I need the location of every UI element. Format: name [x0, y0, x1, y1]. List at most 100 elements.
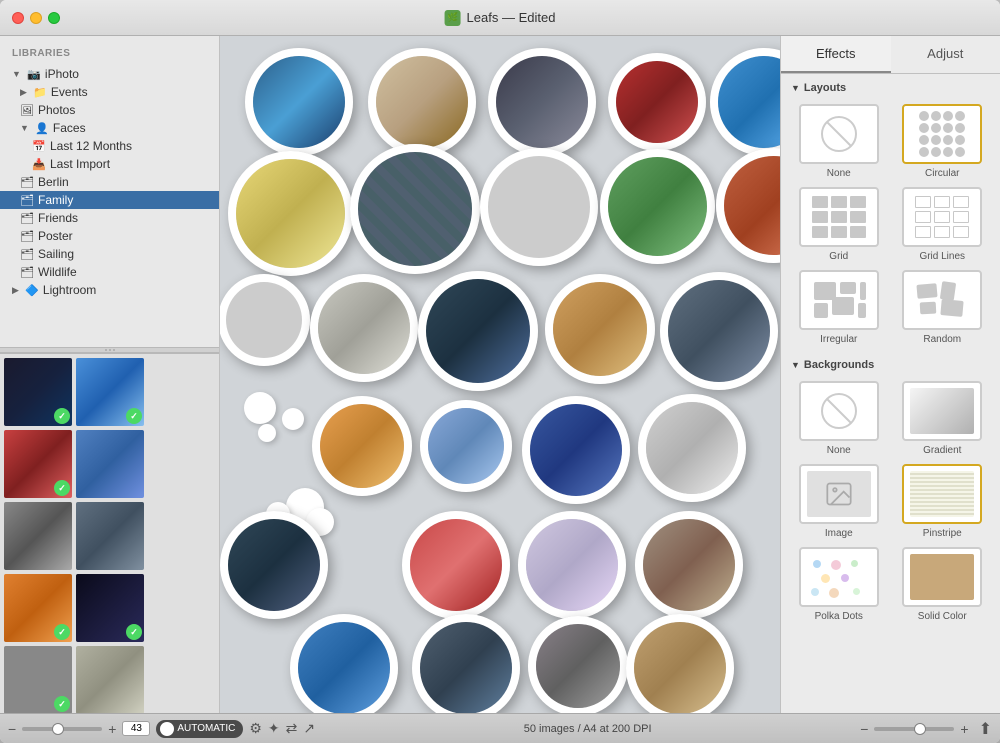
sailing-label: Sailing — [38, 247, 74, 261]
maximize-button[interactable] — [48, 12, 60, 24]
layout-option-none[interactable]: None — [791, 104, 887, 179]
photo-circle[interactable] — [638, 394, 746, 502]
automatic-toggle[interactable]: AUTOMATIC — [156, 720, 243, 738]
sidebar-item-photos[interactable]: 🖼 Photos — [0, 101, 219, 119]
export-icon[interactable]: ↗ — [303, 720, 315, 737]
sidebar-item-poster[interactable]: 🗂 Poster — [0, 227, 219, 245]
photo-circle[interactable] — [368, 48, 476, 156]
layout-option-irregular[interactable]: Irregular — [791, 270, 887, 345]
page-minus-icon[interactable]: − — [860, 721, 868, 737]
sidebar: LIBRARIES ▼ 📷 iPhoto ▶ 📁 Events 🖼 Photos — [0, 36, 220, 713]
bg-option-solidcolor[interactable]: Solid Color — [895, 547, 991, 622]
photo-circle[interactable] — [608, 53, 706, 151]
tab-effects[interactable]: Effects — [781, 36, 891, 73]
photo-circle[interactable] — [522, 396, 630, 504]
thumb-item[interactable]: ✓ — [76, 574, 144, 642]
settings-icon[interactable]: ⚙ — [249, 720, 262, 737]
thumb-item[interactable] — [4, 502, 72, 570]
share-icon[interactable]: ⬆ — [979, 719, 992, 739]
layout-option-random[interactable]: Random — [895, 270, 991, 345]
page-slider-thumb[interactable] — [914, 723, 926, 735]
photo-circle[interactable] — [518, 511, 626, 619]
photo-circle[interactable] — [350, 144, 480, 274]
photo-circle[interactable] — [545, 274, 655, 384]
sidebar-item-family[interactable]: 🗂 Family — [0, 191, 219, 209]
photo-circle[interactable] — [245, 48, 353, 156]
sidebar-item-lightroom[interactable]: ▶ 🔷 Lightroom — [0, 281, 219, 299]
thumb-item[interactable]: ✓ — [4, 574, 72, 642]
magic-wand-icon[interactable]: ✦ — [268, 720, 280, 737]
bg-option-pinstripe[interactable]: Pinstripe — [895, 464, 991, 539]
zoom-slider[interactable] — [22, 727, 102, 731]
backgrounds-grid: None Gradient — [791, 381, 990, 622]
photo-circle[interactable] — [716, 148, 780, 263]
photo-circle-inner — [496, 56, 588, 148]
layout-option-grid[interactable]: Grid — [791, 187, 887, 262]
photo-circle[interactable] — [220, 511, 328, 619]
shuffle-icon[interactable]: ⇄ — [286, 720, 298, 737]
photo-circle[interactable] — [626, 614, 734, 713]
photo-circle[interactable] — [488, 48, 596, 156]
sidebar-item-lastimport[interactable]: 📥 Last Import — [0, 155, 219, 173]
zoom-plus-icon[interactable]: + — [108, 721, 116, 737]
sidebar-item-last12months[interactable]: 📅 Last 12 Months — [0, 137, 219, 155]
minimize-button[interactable] — [30, 12, 42, 24]
thumb-item[interactable] — [76, 502, 144, 570]
thumb-item[interactable]: ✓ — [4, 358, 72, 426]
photo-circle[interactable] — [412, 614, 520, 713]
bg-label-gradient: Gradient — [923, 445, 961, 456]
photo-circle[interactable] — [660, 272, 778, 390]
wildlife-label: Wildlife — [38, 265, 77, 279]
photo-circle[interactable] — [228, 151, 353, 276]
bg-option-none[interactable]: None — [791, 381, 887, 456]
bg-option-image[interactable]: Image — [791, 464, 887, 539]
sidebar-item-friends[interactable]: 🗂 Friends — [0, 209, 219, 227]
photo-circle[interactable] — [418, 271, 538, 391]
photo-circle[interactable] — [480, 148, 598, 266]
page-slider[interactable] — [874, 727, 954, 731]
thumb-item[interactable] — [76, 430, 144, 498]
photo-circle[interactable] — [220, 274, 310, 366]
layouts-disclosure[interactable]: ▼ — [791, 83, 800, 93]
photo-circle[interactable] — [312, 396, 412, 496]
photo-circle[interactable] — [290, 614, 398, 713]
app-window: 🌿 Leafs — Edited LIBRARIES ▼ 📷 iPhoto ▶ … — [0, 0, 1000, 743]
close-button[interactable] — [12, 12, 24, 24]
page-plus-icon[interactable]: + — [960, 721, 968, 737]
photo-circle-inner — [616, 61, 698, 143]
bg-label-solidcolor: Solid Color — [918, 611, 967, 622]
family-label: Family — [38, 193, 73, 207]
photo-circle[interactable] — [310, 274, 418, 382]
bg-option-polkadots[interactable]: Polka Dots — [791, 547, 887, 622]
layout-option-circular[interactable]: Circular — [895, 104, 991, 179]
sidebar-item-faces[interactable]: ▼ 👤 Faces — [0, 119, 219, 137]
sidebar-item-events[interactable]: ▶ 📁 Events — [0, 83, 219, 101]
bg-thumb-solidcolor — [902, 547, 982, 607]
faces-label: Faces — [53, 121, 86, 135]
layout-option-gridlines[interactable]: Grid Lines — [895, 187, 991, 262]
check-badge: ✓ — [54, 624, 70, 640]
photo-circle-inner — [428, 408, 504, 484]
photo-circle[interactable] — [600, 149, 715, 264]
sidebar-item-iphoto[interactable]: ▼ 📷 iPhoto — [0, 65, 219, 83]
zoom-minus-icon[interactable]: − — [8, 721, 16, 737]
thumb-item[interactable]: ✓ — [4, 430, 72, 498]
tab-adjust[interactable]: Adjust — [891, 36, 1000, 73]
sidebar-item-wildlife[interactable]: 🗂 Wildlife — [0, 263, 219, 281]
backgrounds-title: Backgrounds — [804, 359, 874, 371]
photo-circle[interactable] — [420, 400, 512, 492]
photo-circle[interactable] — [528, 616, 628, 713]
photo-circle[interactable] — [635, 511, 743, 619]
lightroom-label: Lightroom — [43, 283, 96, 297]
bg-option-gradient[interactable]: Gradient — [895, 381, 991, 456]
photo-circle[interactable] — [710, 48, 780, 156]
sidebar-item-berlin[interactable]: 🗂 Berlin — [0, 173, 219, 191]
canvas-area[interactable] — [220, 36, 780, 713]
thumb-item[interactable] — [76, 646, 144, 713]
thumb-item[interactable]: ✓ — [76, 358, 144, 426]
backgrounds-disclosure[interactable]: ▼ — [791, 360, 800, 370]
zoom-slider-thumb[interactable] — [52, 723, 64, 735]
photo-circle[interactable] — [402, 511, 510, 619]
thumb-item[interactable]: ✓ — [4, 646, 72, 713]
sidebar-item-sailing[interactable]: 🗂 Sailing — [0, 245, 219, 263]
